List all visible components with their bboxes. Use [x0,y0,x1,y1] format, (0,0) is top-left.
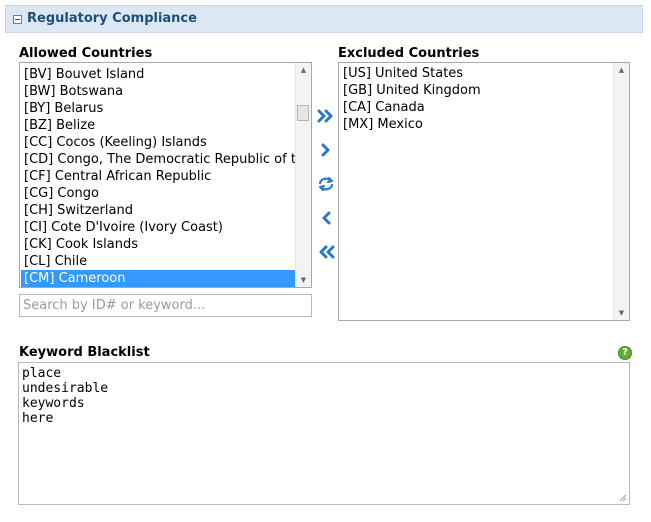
allowed-item[interactable]: [CH] Switzerland [21,202,295,219]
keyword-blacklist-label: Keyword Blacklist [19,345,150,360]
allowed-item[interactable]: [CI] Cote D'Ivoire (Ivory Coast) [21,219,295,236]
allowed-item[interactable]: [CK] Cook Islands [21,236,295,253]
excluded-countries-list[interactable]: [US] United States [GB] United Kingdom [CA… [338,62,630,321]
move-left-button[interactable] [315,207,337,229]
allowed-countries-list[interactable]: [BV] Bouvet Island [BW] Botswana [BY] Bela… [19,62,312,288]
section-header: Regulatory Compliance [5,5,643,33]
allowed-item[interactable]: [BW] Botswana [21,83,295,100]
scroll-down-icon[interactable]: ▼ [296,273,311,287]
allowed-item[interactable]: [BV] Bouvet Island [21,66,295,83]
excluded-item[interactable]: [US] United States [340,65,613,82]
search-input[interactable] [19,294,312,317]
help-icon[interactable]: ? [618,346,632,360]
collapse-icon[interactable] [13,15,22,24]
allowed-list-scrollbar[interactable]: ▲ ▼ [295,63,311,287]
allowed-countries-label: Allowed Countries [19,46,153,61]
allowed-item[interactable]: [CG] Congo [21,185,295,202]
excluded-list-scrollbar[interactable]: ▲ ▼ [613,63,629,320]
scroll-up-icon[interactable]: ▲ [296,63,311,77]
scroll-down-icon[interactable]: ▼ [614,306,629,320]
allowed-item[interactable]: [CM] Cameroon [21,270,295,287]
allowed-countries-items: [BV] Bouvet Island [BW] Botswana [BY] Bela… [21,66,295,287]
allowed-item[interactable]: [CC] Cocos (Keeling) Islands [21,134,295,151]
reset-button[interactable] [315,173,337,195]
move-all-right-button[interactable] [315,105,337,127]
chevron-right-icon [321,143,330,157]
double-chevron-left-icon [319,245,335,259]
scroll-thumb[interactable] [297,105,309,121]
allowed-item[interactable]: [CD] Congo, The Democratic Republic of t… [21,151,295,168]
chevron-left-icon [322,211,331,225]
refresh-icon [318,177,334,191]
excluded-item[interactable]: [CA] Canada [340,99,613,116]
excluded-countries-items: [US] United States [GB] United Kingdom [CA… [340,65,613,320]
resize-grip-icon[interactable] [617,492,627,502]
move-all-left-button[interactable] [315,241,337,263]
allowed-item[interactable]: [BY] Belarus [21,100,295,117]
allowed-item[interactable]: [BZ] Belize [21,117,295,134]
double-chevron-right-icon [317,109,333,123]
allowed-item[interactable]: [CL] Chile [21,253,295,270]
excluded-item[interactable]: [GB] United Kingdom [340,82,613,99]
keyword-blacklist-textarea[interactable] [18,362,630,505]
move-right-button[interactable] [315,139,337,161]
excluded-countries-label: Excluded Countries [338,46,480,61]
scroll-up-icon[interactable]: ▲ [614,63,629,77]
excluded-item[interactable]: [MX] Mexico [340,116,613,133]
allowed-item[interactable]: [CF] Central African Republic [21,168,295,185]
section-title: Regulatory Compliance [27,11,197,26]
